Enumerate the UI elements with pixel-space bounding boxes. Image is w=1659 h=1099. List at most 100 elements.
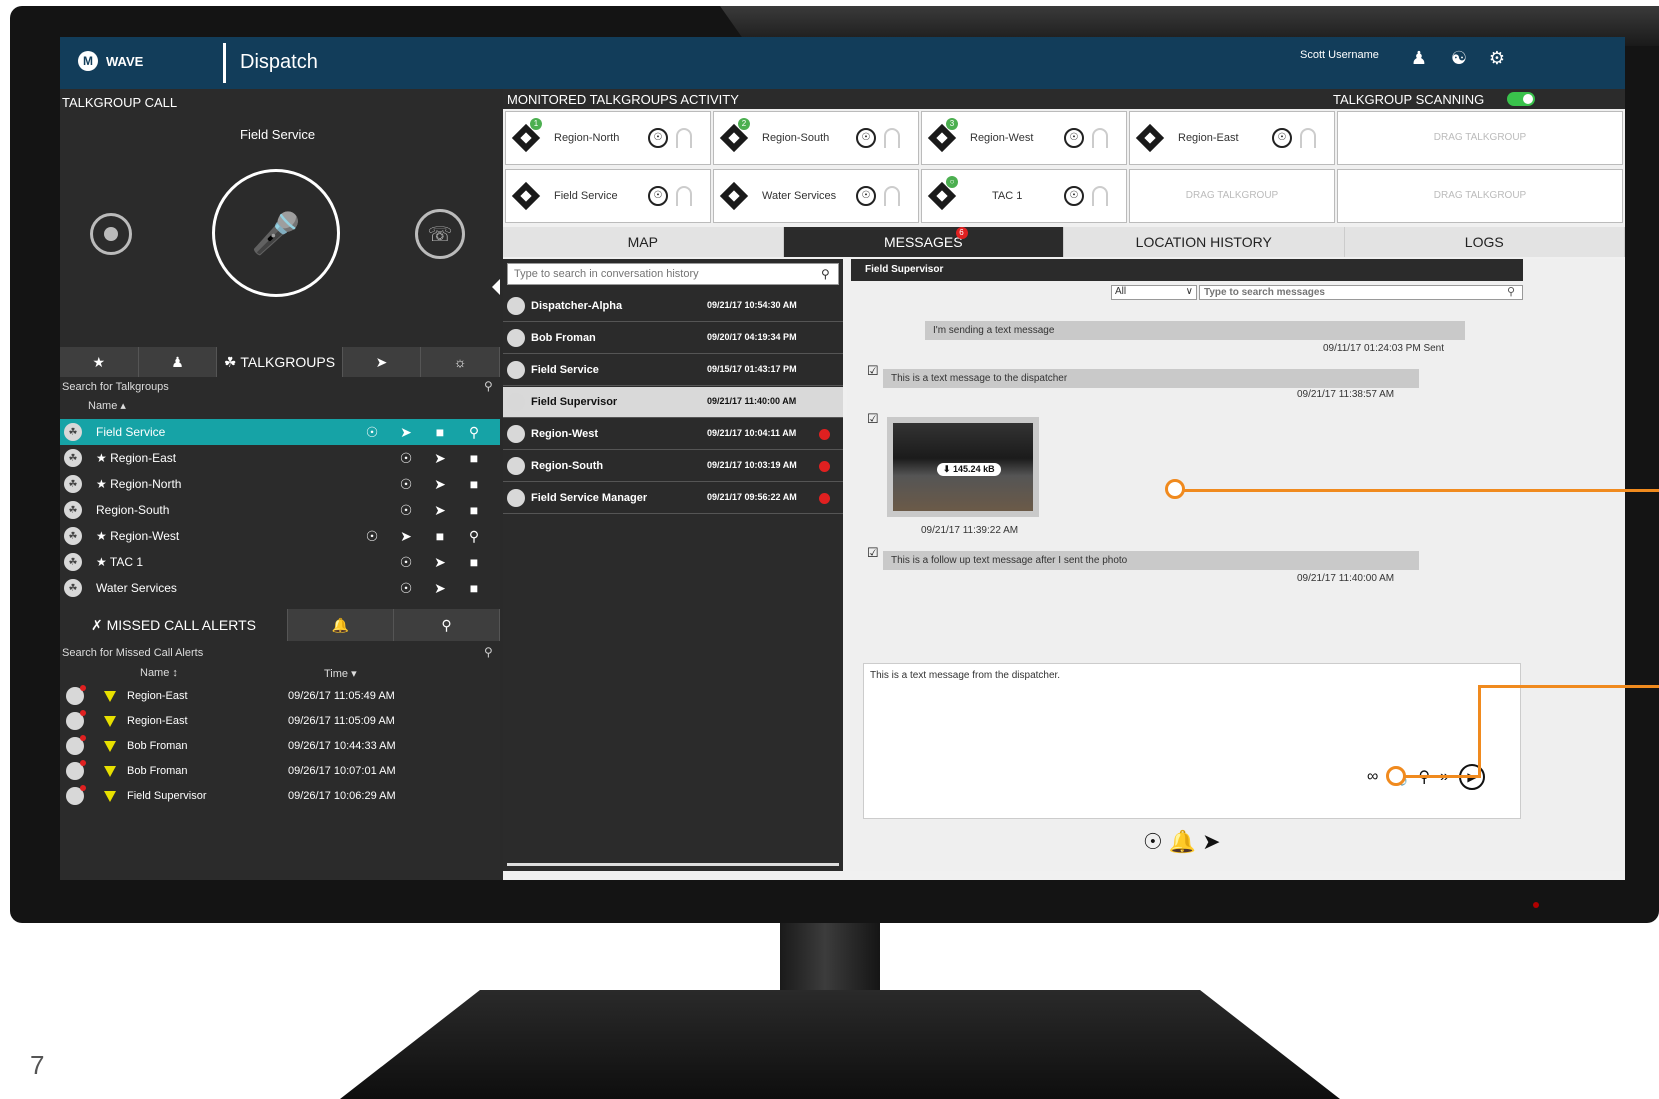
sort-by-name[interactable]: Name ▴ — [88, 399, 126, 412]
map-pin-icon[interactable]: ⚲ — [466, 424, 482, 441]
alert-row[interactable]: Field Supervisor 09/26/17 10:06:29 AM — [60, 785, 500, 812]
ptt-icon[interactable]: ☉ — [364, 424, 380, 441]
alert-row[interactable]: Bob Froman 09/26/17 10:07:01 AM — [60, 760, 500, 787]
end-call-button[interactable]: ☏ — [415, 209, 465, 259]
location-arrow-icon[interactable]: ➤ — [398, 424, 414, 441]
location-arrow-icon[interactable]: ➤ — [432, 554, 448, 571]
tab-map[interactable]: MAP — [503, 227, 784, 257]
message-icon[interactable]: ■ — [466, 476, 482, 493]
message-icon[interactable]: ■ — [466, 580, 482, 597]
conversation-row[interactable]: Dispatcher-Alpha 09/21/17 10:54:30 AM — [503, 291, 843, 322]
compose-textarea[interactable]: This is a text message from the dispatch… — [863, 663, 1521, 819]
talkgroup-row[interactable]: ☘ Region-South ☉ ➤ ■ — [60, 497, 500, 523]
monitored-card[interactable]: 1 Region-North ☉ — [505, 111, 711, 165]
search-icon[interactable]: ⚲ — [484, 645, 493, 659]
tab-networks[interactable]: ☼ — [421, 347, 500, 377]
photo-attachment[interactable]: ⬇ 145.24 kB — [887, 417, 1039, 517]
ptt-icon[interactable]: ☉ — [648, 128, 668, 148]
headset-icon[interactable] — [884, 186, 900, 206]
headset-icon[interactable] — [884, 128, 900, 148]
ptt-icon[interactable]: ☉ — [398, 450, 414, 467]
message-search-input[interactable] — [1199, 285, 1523, 300]
scanning-toggle[interactable] — [1507, 92, 1535, 106]
ptt-icon[interactable]: ☉ — [1064, 186, 1084, 206]
tab-contacts[interactable]: ♟ — [138, 347, 218, 377]
ptt-icon[interactable]: ☉ — [1143, 829, 1163, 855]
search-icon[interactable]: ⚲ — [821, 267, 830, 281]
location-arrow-icon[interactable]: ➤ — [432, 502, 448, 519]
conversation-row[interactable]: Region-South 09/21/17 10:03:19 AM — [503, 451, 843, 482]
tab-favorites[interactable]: ★ — [60, 347, 139, 377]
message-icon[interactable]: ■ — [466, 502, 482, 519]
tab-location-history[interactable]: LOCATION HISTORY — [1064, 227, 1345, 257]
push-to-talk-button[interactable]: 🎤 — [212, 169, 340, 297]
message-icon[interactable]: ■ — [432, 424, 448, 441]
tab-messages[interactable]: MESSAGES 6 — [783, 227, 1064, 257]
drag-talkgroup-slot[interactable]: DRAG TALKGROUP — [1129, 169, 1335, 223]
ptt-icon[interactable]: ☉ — [398, 580, 414, 597]
tab-broadcast[interactable]: ➤ — [342, 347, 422, 377]
tab-talkgroups[interactable]: ☘ TALKGROUPS — [217, 347, 343, 377]
location-arrow-icon[interactable]: ➤ — [398, 528, 414, 545]
download-size-label[interactable]: ⬇ 145.24 kB — [937, 463, 1001, 476]
ptt-icon[interactable]: ☉ — [1064, 128, 1084, 148]
emergency-button[interactable] — [90, 213, 132, 255]
alerts-col-time[interactable]: Time ▾ — [324, 667, 357, 680]
ptt-icon[interactable]: ☉ — [1272, 128, 1292, 148]
ptt-icon[interactable]: ☉ — [364, 528, 380, 545]
location-arrow-icon[interactable]: ➤ — [1202, 829, 1220, 855]
tab-missed-call-alerts[interactable]: ✗ MISSED CALL ALERTS — [60, 609, 288, 641]
attachment-image[interactable]: ⬇ 145.24 kB — [893, 423, 1033, 511]
collapse-panel-icon[interactable] — [492, 279, 500, 295]
tab-logs[interactable]: LOGS — [1344, 227, 1625, 257]
voice-message-icon[interactable]: ∞ — [1367, 768, 1378, 786]
ptt-icon[interactable]: ☉ — [398, 554, 414, 571]
conversation-row[interactable]: Field Supervisor 09/21/17 11:40:00 AM — [503, 387, 843, 418]
bell-icon[interactable]: 🔔 — [1169, 829, 1196, 855]
headset-icon[interactable] — [676, 186, 692, 206]
gear-icon[interactable]: ⚙ — [1484, 45, 1510, 71]
map-pin-icon[interactable]: ⚲ — [466, 528, 482, 545]
monitored-card[interactable]: Water Services ☉ — [713, 169, 919, 223]
conversation-row[interactable]: Region-West 09/21/17 10:04:11 AM — [503, 419, 843, 450]
search-icon[interactable]: ⚲ — [484, 379, 493, 393]
alert-row[interactable]: Region-East 09/26/17 11:05:09 AM — [60, 710, 500, 737]
ptt-icon[interactable]: ☉ — [856, 128, 876, 148]
user-status-icon[interactable]: ♟ — [1406, 45, 1432, 71]
search-icon[interactable]: ⚲ — [1507, 285, 1515, 298]
location-arrow-icon[interactable]: ➤ — [432, 450, 448, 467]
talkgroup-search-input[interactable]: Search for Talkgroups — [62, 381, 169, 393]
alert-row[interactable]: Bob Froman 09/26/17 10:44:33 AM — [60, 735, 500, 762]
message-icon[interactable]: ■ — [466, 450, 482, 467]
conversation-search-input[interactable] — [507, 263, 839, 285]
alert-row[interactable]: Region-East 09/26/17 11:05:49 AM — [60, 685, 500, 712]
talkgroup-row[interactable]: ☘ ★ TAC 1 ☉ ➤ ■ — [60, 549, 500, 575]
drag-talkgroup-slot[interactable]: DRAG TALKGROUP — [1337, 111, 1623, 165]
ptt-icon[interactable]: ☉ — [856, 186, 876, 206]
tab-emergency-alerts[interactable]: 🔔 — [288, 609, 394, 641]
ptt-icon[interactable]: ☉ — [398, 476, 414, 493]
talkgroup-row[interactable]: ☘ ★ Region-North ☉ ➤ ■ — [60, 471, 500, 497]
brand[interactable]: M WAVE — [78, 51, 143, 71]
monitored-card[interactable]: ○ TAC 1 ☉ — [921, 169, 1127, 223]
monitored-card[interactable]: 2 Region-South ☉ — [713, 111, 919, 165]
talkgroup-row[interactable]: ☘ ★ Region-East ☉ ➤ ■ — [60, 445, 500, 471]
monitored-card[interactable]: Region-East ☉ — [1129, 111, 1335, 165]
ptt-icon[interactable]: ☉ — [398, 502, 414, 519]
conversation-row[interactable]: Field Service Manager 09/21/17 09:56:22 A… — [503, 483, 843, 514]
talkgroup-row[interactable]: ☘ ★ Region-West ☉ ➤ ■ ⚲ — [60, 523, 500, 549]
alerts-col-name[interactable]: Name ↕ — [140, 667, 178, 679]
headset-icon[interactable] — [1300, 128, 1316, 148]
message-icon[interactable]: ■ — [466, 554, 482, 571]
conversation-row[interactable]: Bob Froman 09/20/17 04:19:34 PM — [503, 323, 843, 354]
list-scrollbar[interactable] — [507, 863, 839, 866]
location-arrow-icon[interactable]: ➤ — [432, 580, 448, 597]
headset-icon[interactable] — [676, 128, 692, 148]
user-name[interactable]: Scott Username — [1300, 49, 1379, 61]
headset-icon[interactable] — [1092, 186, 1108, 206]
tab-location-alerts[interactable]: ⚲ — [394, 609, 500, 641]
monitored-card[interactable]: 3 Region-West ☉ — [921, 111, 1127, 165]
dispatch-icon[interactable]: ☯ — [1446, 45, 1472, 71]
talkgroup-row[interactable]: ☘ Water Services ☉ ➤ ■ — [60, 575, 500, 601]
conversation-row[interactable]: Field Service 09/15/17 01:43:17 PM — [503, 355, 843, 386]
